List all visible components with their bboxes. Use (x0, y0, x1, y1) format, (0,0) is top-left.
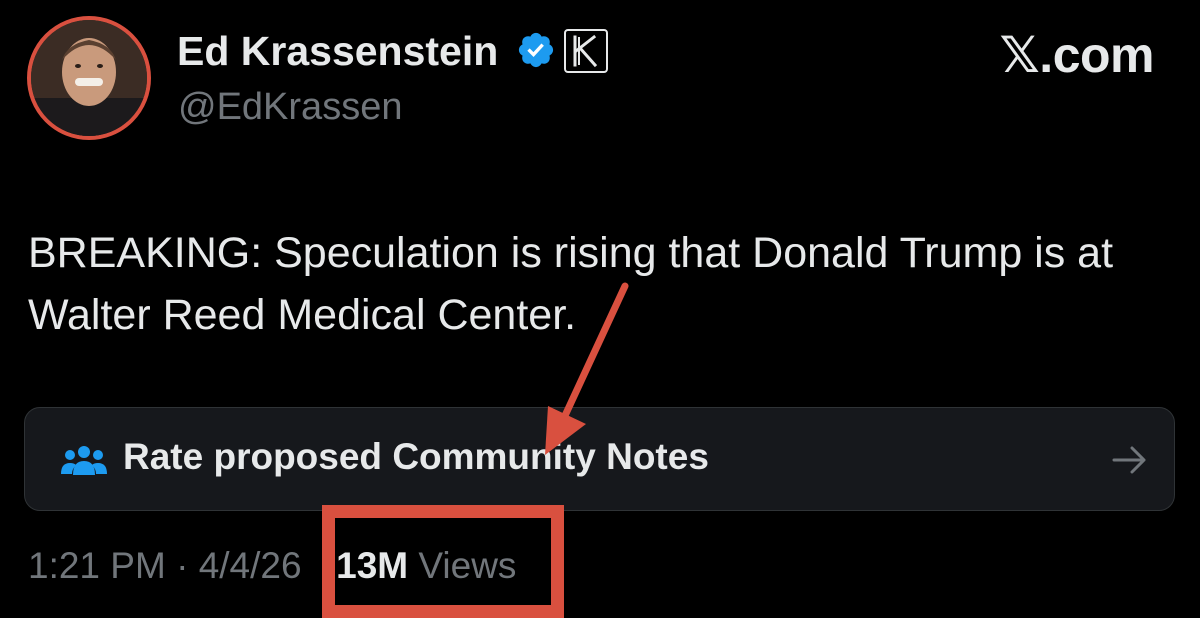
tweet-time[interactable]: 1:21 PM (28, 545, 166, 586)
people-icon (61, 446, 107, 475)
verified-check-icon (518, 32, 554, 68)
meta-separator: · (176, 545, 189, 586)
arrow-right-icon (1112, 446, 1146, 474)
x-com-watermark: 𝕏.com (999, 27, 1155, 83)
tweet-date[interactable]: 4/4/26 (199, 545, 302, 586)
affiliate-badge-icon[interactable] (564, 29, 608, 73)
author-display-name[interactable]: Ed Krassenstein (177, 28, 498, 75)
community-notes-label: Rate proposed Community Notes (123, 436, 709, 477)
tweet-text: BREAKING: Speculation is rising that Don… (28, 229, 1114, 339)
views-highlight-box (322, 505, 564, 618)
author-handle[interactable]: @EdKrassen (178, 86, 402, 129)
community-notes-card[interactable]: Rate proposed Community Notes (24, 407, 1175, 511)
avatar[interactable] (27, 16, 151, 140)
